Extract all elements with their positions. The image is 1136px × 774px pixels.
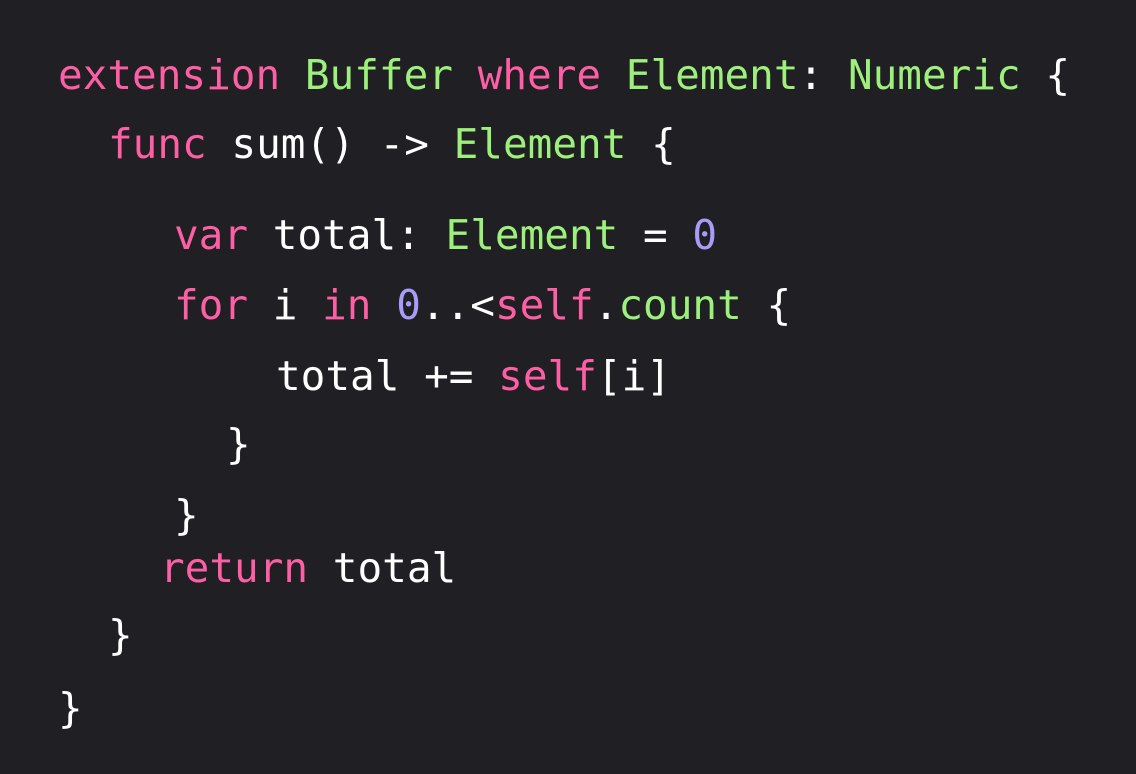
type-token: Numeric xyxy=(847,51,1021,99)
code-token: [i] xyxy=(596,352,671,400)
code-line: return total xyxy=(160,538,456,598)
code-token: total xyxy=(308,544,457,592)
code-line: func sum() -> Element { xyxy=(108,114,676,174)
code-editor[interactable]: extension Buffer where Element: Numeric … xyxy=(0,0,1136,774)
code-token: sum() -> xyxy=(206,120,454,168)
code-line: var total: Element = 0 xyxy=(174,205,717,265)
number-token: 0 xyxy=(692,211,718,259)
code-token: } xyxy=(226,420,251,468)
code-token: } xyxy=(108,611,133,659)
code-token: { xyxy=(1020,51,1071,99)
keyword-token: in xyxy=(322,281,372,329)
type-token: Buffer xyxy=(304,51,453,99)
code-token: i xyxy=(248,281,323,329)
code-token: { xyxy=(626,120,676,168)
code-line: } xyxy=(108,605,133,665)
code-line: } xyxy=(174,485,199,545)
code-line: for i in 0..<self.count { xyxy=(174,275,791,335)
keyword-token: var xyxy=(174,211,249,259)
code-token: } xyxy=(58,684,83,732)
keyword-token: for xyxy=(174,281,249,329)
keyword-token: extension xyxy=(58,51,281,99)
code-token: total: xyxy=(248,211,446,259)
keyword-token: self xyxy=(494,281,594,329)
keyword-token: return xyxy=(160,544,309,592)
code-line: extension Buffer where Element: Numeric … xyxy=(58,45,1070,105)
code-token: total += xyxy=(276,352,499,400)
code-token: . xyxy=(593,281,619,329)
code-token: = xyxy=(618,211,693,259)
code-token: ..< xyxy=(420,281,495,329)
keyword-token: self xyxy=(498,352,597,400)
code-line: } xyxy=(226,414,251,474)
code-line: total += self[i] xyxy=(276,346,671,406)
type-token: Element xyxy=(445,211,619,259)
keyword-token: func xyxy=(108,120,207,168)
code-line: } xyxy=(58,678,83,738)
type-token: Element xyxy=(453,120,627,168)
type-token: count xyxy=(618,281,742,329)
code-token: : xyxy=(798,51,848,99)
code-token: } xyxy=(174,491,199,539)
type-token: Element xyxy=(625,51,799,99)
code-token: { xyxy=(741,281,792,329)
keyword-token: where xyxy=(477,51,602,99)
number-token: 0 xyxy=(396,281,421,329)
